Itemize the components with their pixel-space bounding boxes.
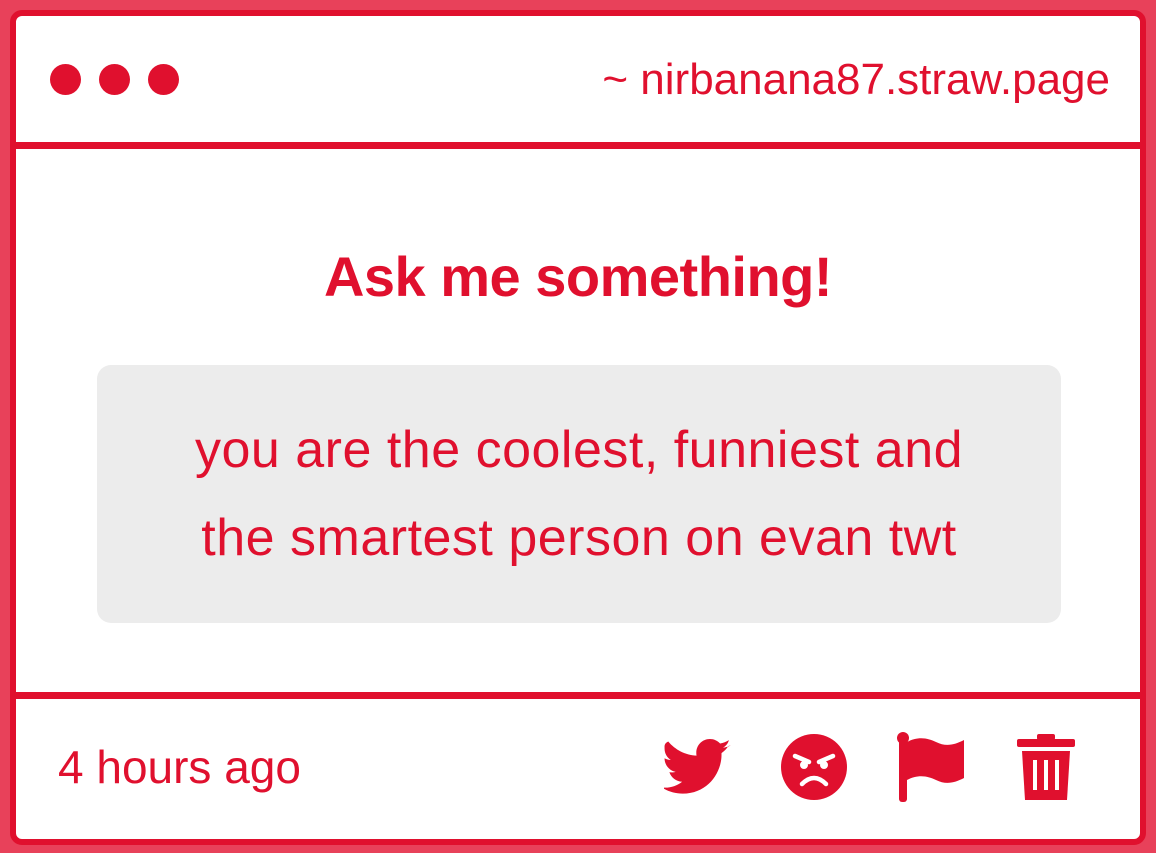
flag-icon: [897, 732, 964, 802]
message-box: you are the coolest, funniest and the sm…: [97, 365, 1061, 623]
twitter-icon: [664, 738, 731, 794]
message-line-1: you are the coolest, funniest and: [194, 421, 964, 479]
message-text: you are the coolest, funniest and the sm…: [195, 406, 963, 582]
share-twitter-button[interactable]: [664, 727, 732, 807]
window-dot-2: [99, 64, 130, 95]
angry-face-icon: [781, 734, 847, 800]
window-dot-1: [50, 64, 81, 95]
message-line-2: the smartest person on evan twt: [201, 509, 957, 567]
delete-button[interactable]: [1012, 727, 1080, 807]
card-content: Ask me something! you are the coolest, f…: [16, 149, 1140, 709]
report-button[interactable]: [896, 727, 964, 807]
window-titlebar: ~ nirbanana87.straw.page: [16, 16, 1140, 149]
page-url: ~ nirbanana87.straw.page: [602, 55, 1110, 104]
action-icons: [664, 727, 1080, 807]
window-dot-3: [148, 64, 179, 95]
question-card: ~ nirbanana87.straw.page Ask me somethin…: [10, 10, 1146, 845]
timestamp: 4 hours ago: [58, 741, 301, 793]
page-title: Ask me something!: [323, 245, 833, 308]
card-footer: 4 hours ago: [16, 692, 1140, 839]
block-button[interactable]: [780, 727, 848, 807]
window-controls: [50, 64, 179, 98]
trash-icon: [1017, 734, 1075, 800]
